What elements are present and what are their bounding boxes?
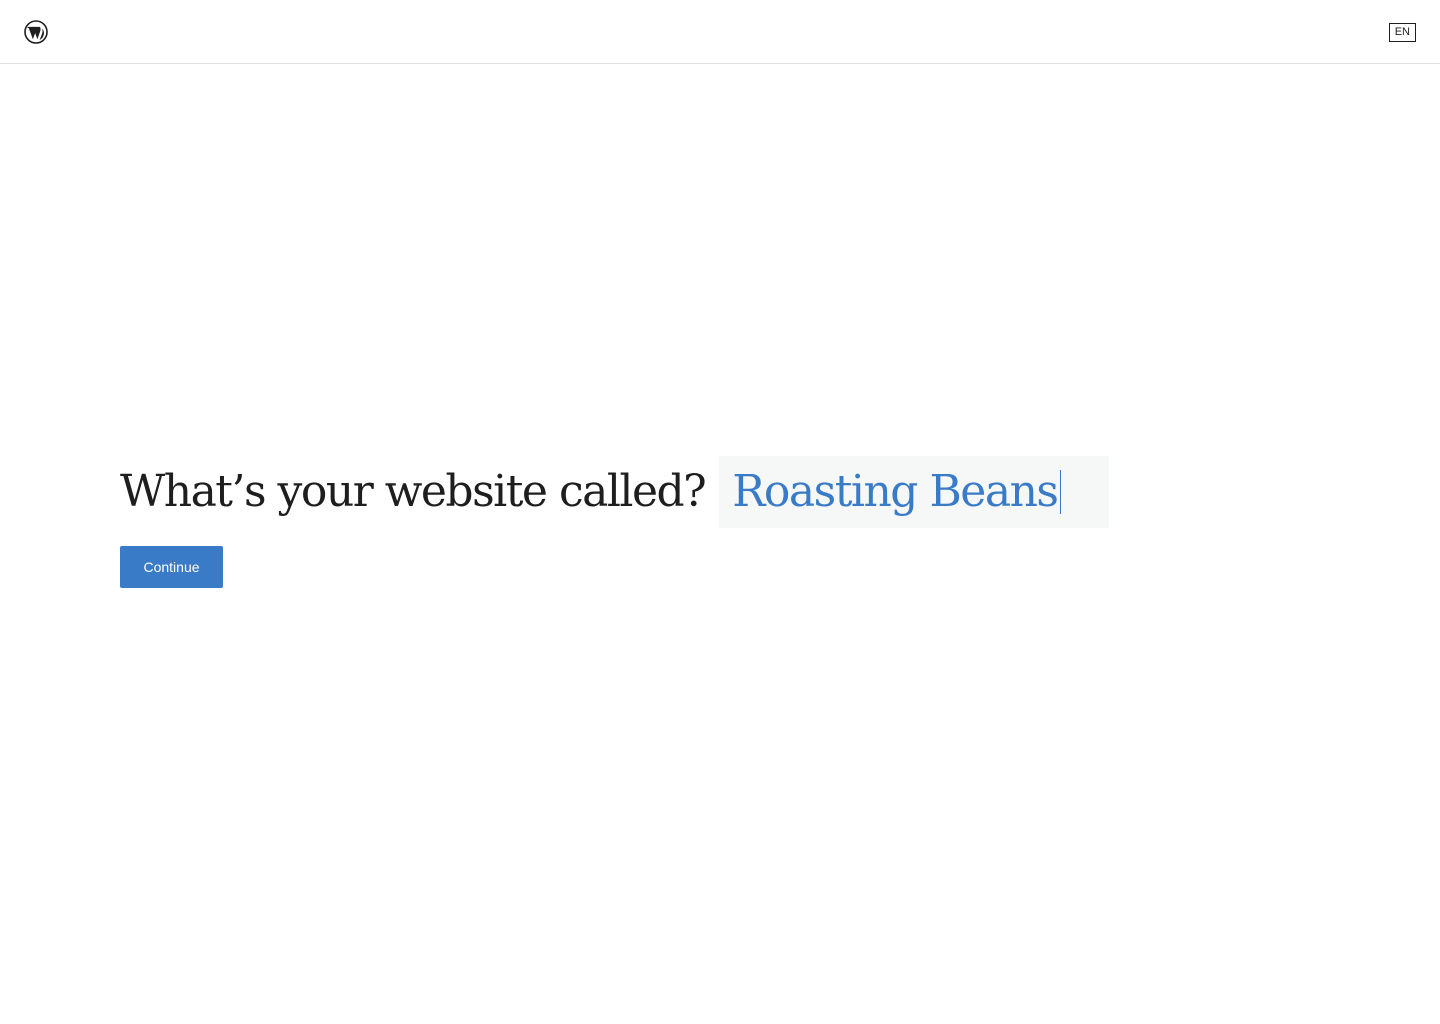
site-name-step: What’s your website called? Roasting Bea…: [120, 456, 1320, 588]
text-caret: [1060, 470, 1062, 514]
wordpress-logo-icon[interactable]: [24, 20, 48, 44]
site-name-input[interactable]: Roasting Beans: [719, 456, 1110, 528]
language-switcher-button[interactable]: EN: [1388, 23, 1416, 42]
top-bar: EN: [0, 0, 1440, 64]
site-name-value: Roasting Beans: [732, 466, 1059, 517]
continue-button[interactable]: Continue: [120, 546, 223, 588]
page-title: What’s your website called?: [120, 466, 707, 517]
question-row: What’s your website called? Roasting Bea…: [120, 456, 1320, 528]
